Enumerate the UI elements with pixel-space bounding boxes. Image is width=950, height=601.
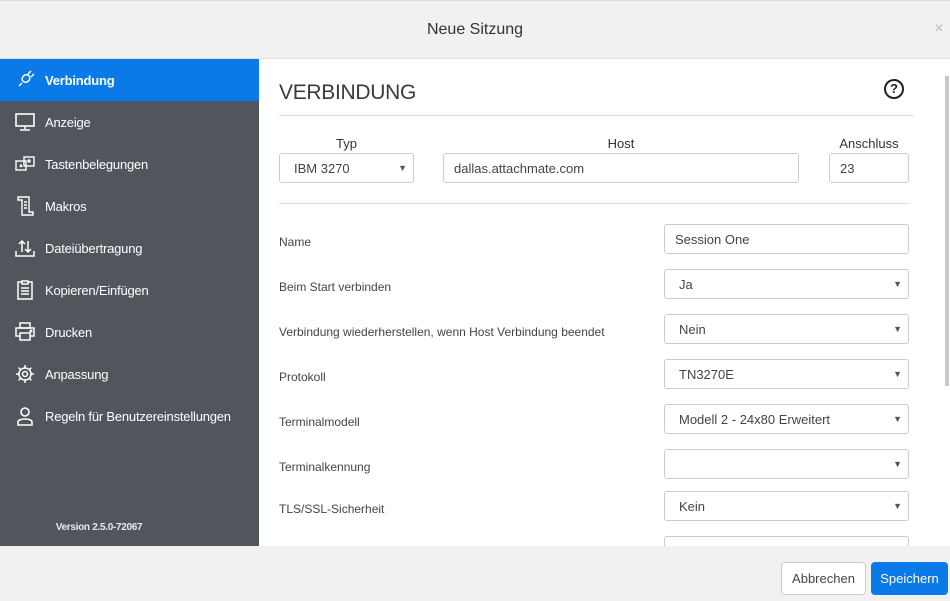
clipboard-icon [14,279,36,301]
reconnect-label: Verbindung wiederherstellen, wenn Host V… [279,325,605,339]
host-input-value: dallas.attachmate.com [454,160,585,176]
sidebar-item-label: Anpassung [45,366,109,382]
sidebar-item-label: Verbindung [45,72,115,88]
title-divider [279,115,914,116]
type-select-value: IBM 3270 [294,160,350,176]
protocol-label: Protokoll [279,370,326,384]
dialog-header: Neue Sitzung × [0,1,950,59]
page-title: VERBINDUNG [279,81,417,104]
terminal-id-label: Terminalkennung [279,460,371,474]
name-input-value: Session One [675,231,750,247]
sidebar-item-regeln-benutzereinstellungen[interactable]: Regeln für Benutzereinstellungen [0,395,259,437]
connection-panel: VERBINDUNG ? Typ Host Anschluss IBM 3270… [259,59,950,546]
close-icon[interactable]: × [932,21,946,37]
chevron-down-icon: ▼ [893,459,902,469]
terminal-model-value: Modell 2 - 24x80 Erweitert [679,411,831,427]
protocol-select[interactable]: TN3270E ▼ [664,359,909,389]
terminal-model-label: Terminalmodell [279,415,360,429]
sidebar-item-kopieren-einfuegen[interactable]: Kopieren/Einfügen [0,269,259,311]
chevron-down-icon: ▼ [893,414,902,424]
reconnect-select[interactable]: Nein ▼ [664,314,909,344]
terminal-id-select[interactable]: ▼ [664,449,909,479]
host-input[interactable]: dallas.attachmate.com [443,153,799,183]
sidebar-item-dateiuebertragung[interactable]: Dateiübertragung [0,227,259,269]
name-input[interactable]: Session One [664,224,909,254]
tls-ssl-label: TLS/SSL-Sicherheit [279,502,385,516]
chevron-down-icon: ▼ [893,369,902,379]
tls-ssl-value: Kein [679,498,706,514]
sidebar-item-label: Regeln für Benutzereinstellungen [45,408,231,424]
new-session-dialog: Neue Sitzung × Verbindung Anzeige Tasten… [0,0,950,601]
sidebar-item-drucken[interactable]: Drucken [0,311,259,353]
port-label: Anschluss [839,136,899,151]
printer-icon [14,321,36,343]
connect-on-start-value: Ja [679,276,693,292]
terminal-model-select[interactable]: Modell 2 - 24x80 Erweitert ▼ [664,404,909,434]
plug-icon [14,69,36,91]
save-button[interactable]: Speichern [871,562,948,595]
sidebar-item-anpassung[interactable]: Anpassung [0,353,259,395]
sidebar-item-label: Kopieren/Einfügen [45,282,149,298]
sidebar-item-label: Drucken [45,324,93,340]
help-icon[interactable]: ? [884,79,904,99]
scrollbar[interactable] [945,76,949,386]
sidebar-item-verbindung[interactable]: Verbindung [0,59,259,101]
sidebar-item-label: Makros [45,198,87,214]
dialog-title: Neue Sitzung [426,21,524,38]
type-select[interactable]: IBM 3270 ▼ [279,153,414,183]
connect-on-start-select[interactable]: Ja ▼ [664,269,909,299]
host-label: Host [607,136,635,151]
scroll-icon [14,195,36,217]
chevron-down-icon: ▼ [398,163,407,173]
sidebar: Verbindung Anzeige Tastenbelegungen Makr… [0,59,259,546]
port-input[interactable]: 23 [829,153,909,183]
keymap-icon [14,153,36,175]
reconnect-value: Nein [679,321,706,337]
port-input-value: 23 [840,160,855,176]
file-transfer-icon [14,237,36,259]
version-label: Version 2.5.0-72067 [55,522,143,533]
sidebar-item-label: Dateiübertragung [45,240,143,256]
gear-icon [14,363,36,385]
cancel-button[interactable]: Abbrechen [781,562,866,595]
sidebar-item-tastenbelegungen[interactable]: Tastenbelegungen [0,143,259,185]
section-divider [279,203,909,204]
chevron-down-icon: ▼ [893,501,902,511]
sidebar-item-anzeige[interactable]: Anzeige [0,101,259,143]
sidebar-item-makros[interactable]: Makros [0,185,259,227]
monitor-icon [14,111,36,133]
chevron-down-icon: ▼ [893,324,902,334]
user-icon [14,405,36,427]
sidebar-item-label: Anzeige [45,114,91,130]
name-label: Name [279,235,312,249]
type-label: Typ [336,136,357,151]
protocol-value: TN3270E [679,366,734,382]
next-select-partial[interactable] [664,536,909,546]
sidebar-item-label: Tastenbelegungen [45,156,149,172]
connect-on-start-label: Beim Start verbinden [279,280,392,294]
tls-ssl-select[interactable]: Kein ▼ [664,491,909,521]
chevron-down-icon: ▼ [893,279,902,289]
